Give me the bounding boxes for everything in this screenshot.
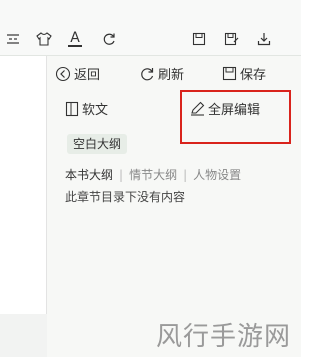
top-toolbar: A bbox=[0, 0, 301, 56]
back-button[interactable]: 返回 bbox=[55, 64, 100, 83]
editor-pane[interactable] bbox=[0, 56, 47, 357]
save-as-icon[interactable] bbox=[222, 30, 240, 48]
highlight-box bbox=[180, 90, 291, 144]
back-label: 返回 bbox=[74, 68, 101, 83]
tab-book-outline[interactable]: 本书大纲 bbox=[65, 166, 113, 183]
save-icon[interactable] bbox=[190, 30, 208, 48]
shirt-icon[interactable] bbox=[35, 30, 53, 48]
document-icon bbox=[65, 101, 79, 116]
save-button[interactable]: 保存 bbox=[222, 64, 266, 83]
watermark-text: 风行手游网 bbox=[155, 322, 291, 352]
plain-text-label: 软文 bbox=[82, 103, 109, 118]
outline-panel: 返回 刷新 保存 软文 全屏编辑 空白大纲 本书大纲 | 情节大纲 | 人物设置… bbox=[47, 56, 301, 357]
save-label: 保存 bbox=[240, 68, 267, 83]
download-icon[interactable] bbox=[255, 30, 273, 48]
view-toggle-icon[interactable] bbox=[4, 30, 22, 48]
save-icon bbox=[222, 66, 237, 81]
refresh-icon bbox=[141, 67, 154, 80]
refresh-icon[interactable] bbox=[100, 30, 118, 48]
text-color-label: A bbox=[70, 30, 80, 46]
tab-separator: | bbox=[119, 167, 124, 182]
text-color-underline bbox=[68, 45, 82, 47]
empty-message: 此章节目录下没有内容 bbox=[65, 190, 186, 204]
refresh-button[interactable]: 刷新 bbox=[139, 64, 184, 83]
outline-tag[interactable]: 空白大纲 bbox=[67, 134, 128, 154]
tab-character-settings[interactable]: 人物设置 bbox=[193, 166, 241, 183]
outline-tabs: 本书大纲 | 情节大纲 | 人物设置 bbox=[65, 166, 241, 183]
refresh-label: 刷新 bbox=[158, 68, 185, 83]
tab-separator: | bbox=[183, 167, 188, 182]
tab-plot-outline[interactable]: 情节大纲 bbox=[129, 166, 177, 183]
back-icon bbox=[55, 66, 71, 81]
text-color-icon[interactable]: A bbox=[66, 30, 84, 48]
plain-text-button[interactable]: 软文 bbox=[65, 99, 108, 118]
watermark: 风行手游网 bbox=[0, 314, 301, 357]
